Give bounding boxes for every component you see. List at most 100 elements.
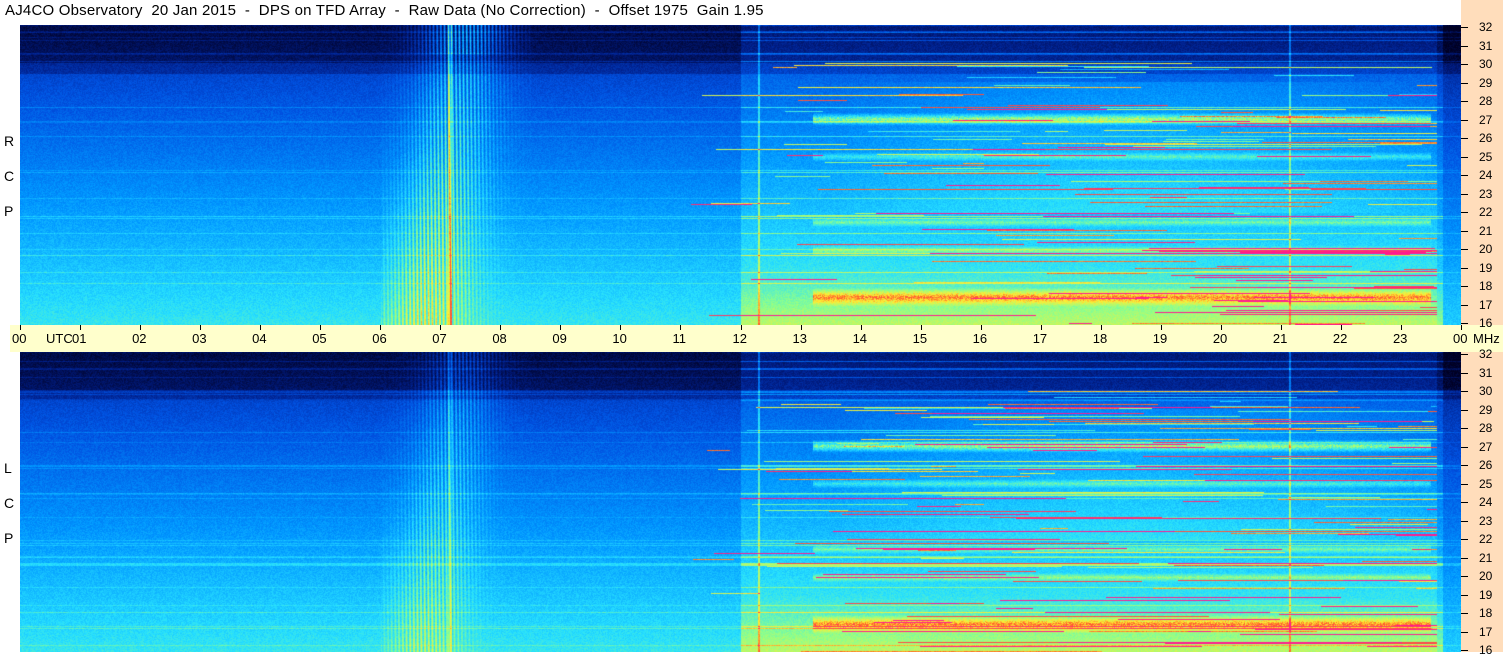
time-tick-label: 07 bbox=[432, 331, 447, 346]
frequency-tick-label: 31 bbox=[1479, 38, 1493, 53]
time-tick-mark bbox=[800, 325, 802, 330]
pol-letter: C bbox=[4, 495, 15, 511]
frequency-tick-label: 27 bbox=[1479, 439, 1493, 454]
time-tick-label: 03 bbox=[192, 331, 207, 346]
time-tick-mark bbox=[140, 325, 142, 330]
time-tick-label: 00 bbox=[1453, 331, 1468, 346]
time-tick-mark bbox=[1340, 325, 1342, 330]
frequency-tick-mark bbox=[1461, 502, 1468, 503]
frequency-tick-mark bbox=[1461, 267, 1468, 269]
frequency-tick-label: 20 bbox=[1479, 569, 1493, 583]
frequency-tick-label: 23 bbox=[1479, 513, 1493, 528]
frequency-tick-label: 30 bbox=[1479, 57, 1493, 71]
time-tick-mark bbox=[620, 325, 622, 330]
time-tick-mark bbox=[1040, 325, 1042, 330]
time-tick-mark bbox=[440, 325, 442, 330]
frequency-tick-mark bbox=[1461, 594, 1468, 596]
time-axis-unit-label: UTC bbox=[46, 331, 73, 346]
time-tick-mark bbox=[1400, 325, 1402, 330]
time-tick-label: 19 bbox=[1152, 331, 1168, 346]
time-tick-label: 17 bbox=[1032, 331, 1048, 346]
frequency-tick-label: 27 bbox=[1479, 112, 1493, 127]
frequency-tick-mark bbox=[1461, 286, 1468, 287]
time-tick-label: 23 bbox=[1392, 331, 1408, 346]
frequency-tick-mark bbox=[1461, 212, 1468, 213]
frequency-tick-mark bbox=[1461, 27, 1468, 28]
frequency-tick-label: 24 bbox=[1479, 168, 1493, 182]
frequency-tick-mark bbox=[1461, 304, 1468, 306]
time-tick-mark bbox=[260, 325, 262, 330]
frequency-tick-label: 17 bbox=[1479, 624, 1493, 639]
frequency-tick-mark bbox=[1461, 391, 1468, 392]
frequency-tick-label: 21 bbox=[1479, 223, 1493, 238]
frequency-tick-mark bbox=[1461, 483, 1468, 485]
time-tick-mark bbox=[560, 325, 562, 330]
time-tick-label: 02 bbox=[132, 331, 147, 346]
frequency-tick-mark bbox=[1461, 101, 1468, 102]
frequency-tick-label: 32 bbox=[1479, 347, 1493, 361]
rcp-heatmap-canvas bbox=[20, 25, 1461, 325]
time-tick-label: 11 bbox=[672, 331, 686, 346]
frequency-tick-label: 32 bbox=[1479, 20, 1493, 34]
time-tick-label: 04 bbox=[252, 331, 267, 346]
frequency-tick-label: 30 bbox=[1479, 384, 1493, 398]
time-tick-mark bbox=[1100, 325, 1102, 330]
time-tick-label: 05 bbox=[312, 331, 327, 346]
frequency-tick-label: 24 bbox=[1479, 495, 1493, 509]
time-tick-mark bbox=[1461, 325, 1462, 330]
pol-letter: C bbox=[4, 168, 15, 184]
time-tick-label: 09 bbox=[552, 331, 567, 346]
frequency-tick-label: 19 bbox=[1479, 587, 1493, 602]
time-tick-label: 20 bbox=[1212, 331, 1228, 346]
lcp-heatmap-canvas bbox=[20, 352, 1461, 652]
time-tick-label: 10 bbox=[612, 331, 627, 346]
time-tick-mark bbox=[20, 325, 21, 330]
time-tick-mark bbox=[680, 325, 682, 330]
time-tick-label: 22 bbox=[1332, 331, 1348, 346]
time-tick-label: 13 bbox=[792, 331, 807, 346]
pol-letter: L bbox=[4, 460, 12, 476]
time-tick-label: 18 bbox=[1092, 331, 1108, 346]
time-tick-label: 08 bbox=[492, 331, 507, 346]
frequency-tick-mark bbox=[1461, 520, 1468, 522]
time-tick-label: 14 bbox=[852, 331, 868, 346]
frequency-tick-label: 29 bbox=[1479, 75, 1493, 90]
frequency-tick-mark bbox=[1461, 465, 1468, 466]
frequency-tick-label: 17 bbox=[1479, 297, 1493, 312]
frequency-tick-mark bbox=[1461, 193, 1468, 195]
frequency-tick-label: 28 bbox=[1479, 421, 1493, 435]
time-tick-label: 16 bbox=[972, 331, 988, 346]
frequency-tick-label: 18 bbox=[1479, 279, 1493, 293]
frequency-tick-label: 31 bbox=[1479, 365, 1493, 380]
frequency-tick-mark bbox=[1461, 45, 1468, 47]
frequency-tick-label: 25 bbox=[1479, 476, 1493, 491]
time-tick-label: 00 bbox=[12, 331, 27, 346]
frequency-tick-mark bbox=[1461, 650, 1468, 651]
frequency-tick-label: 16 bbox=[1479, 316, 1493, 330]
time-tick-mark bbox=[740, 325, 742, 330]
time-tick-label: 15 bbox=[912, 331, 928, 346]
frequency-tick-mark bbox=[1461, 230, 1468, 232]
frequency-tick-mark bbox=[1461, 557, 1468, 559]
frequency-tick-label: 23 bbox=[1479, 186, 1493, 201]
frequency-tick-label: 28 bbox=[1479, 94, 1493, 108]
frequency-tick-mark bbox=[1461, 613, 1468, 614]
time-tick-label: 21 bbox=[1272, 331, 1288, 346]
frequency-tick-label: 29 bbox=[1479, 402, 1493, 417]
frequency-tick-mark bbox=[1461, 631, 1468, 633]
frequency-tick-mark bbox=[1461, 175, 1468, 176]
frequency-tick-label: 20 bbox=[1479, 242, 1493, 256]
frequency-tick-mark bbox=[1461, 156, 1468, 158]
frequency-tick-mark bbox=[1461, 82, 1468, 84]
frequency-tick-mark bbox=[1461, 539, 1468, 540]
rcp-frequency-axis: 32 31 30 29 28 27 26 25 24 23 22 21 20 19 18 17 16 bbox=[1461, 20, 1503, 330]
time-tick-mark bbox=[80, 325, 82, 330]
rcp-spectrogram bbox=[20, 25, 1461, 325]
pol-letter: P bbox=[4, 203, 14, 219]
frequency-tick-mark bbox=[1461, 138, 1468, 139]
frequency-tick-label: 22 bbox=[1479, 205, 1493, 219]
frequency-tick-label: 19 bbox=[1479, 260, 1493, 275]
time-tick-mark bbox=[1220, 325, 1222, 330]
frequency-tick-mark bbox=[1461, 249, 1468, 250]
lcp-spectrogram bbox=[20, 352, 1461, 652]
